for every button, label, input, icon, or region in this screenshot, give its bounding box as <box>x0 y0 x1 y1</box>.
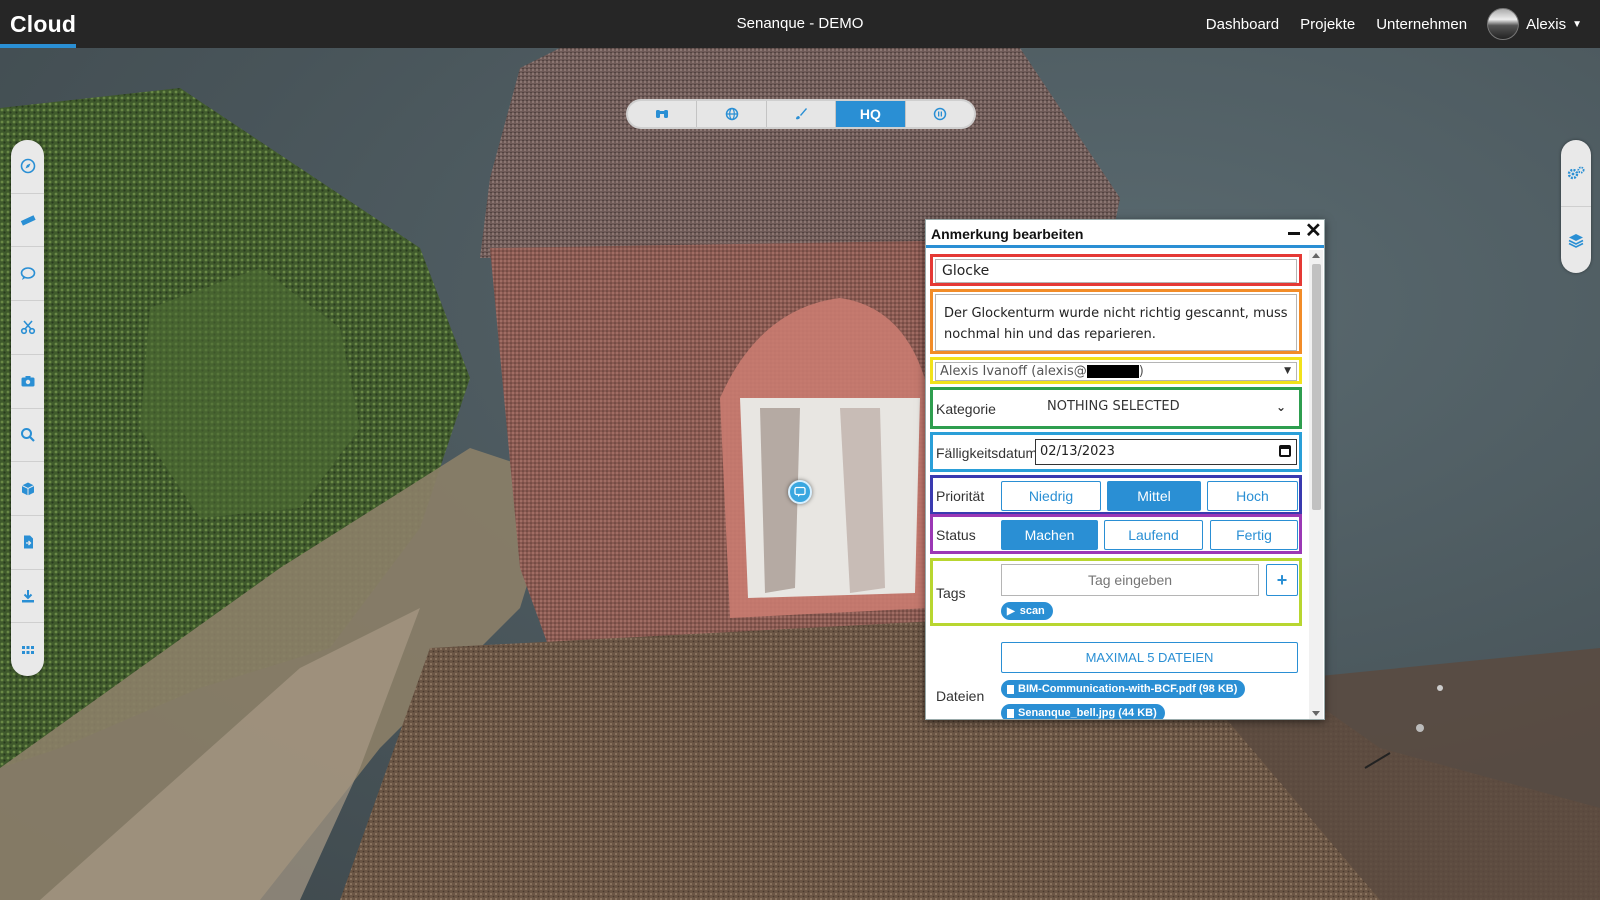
priority-medium-button[interactable]: Mittel <box>1107 481 1201 511</box>
file-chip-label: BIM-Communication-with-BCF.pdf (98 KB) <box>1018 683 1238 695</box>
scroll-down-icon[interactable] <box>1312 711 1320 716</box>
dialog-body: Der Glockenturm wurde nicht richtig gesc… <box>926 250 1308 719</box>
redacted-email <box>1086 365 1139 378</box>
dialog-scrollbar[interactable] <box>1309 250 1323 719</box>
grid-icon[interactable] <box>11 623 44 676</box>
nav-projects[interactable]: Projekte <box>1300 16 1355 33</box>
top-navbar: Cloud Senanque - DEMO Dashboard Projekte… <box>0 0 1600 48</box>
file-import-icon[interactable] <box>11 516 44 570</box>
avatar <box>1487 8 1520 40</box>
status-in-progress-button[interactable]: Laufend <box>1104 520 1203 550</box>
download-icon[interactable] <box>11 570 44 624</box>
upload-files-button[interactable]: MAXIMAL 5 DATEIEN <box>1001 642 1298 673</box>
left-toolbar <box>11 140 44 676</box>
due-date-label: Fälligkeitsdatum <box>936 445 1035 461</box>
description-textarea[interactable]: Der Glockenturm wurde nicht richtig gesc… <box>935 294 1297 351</box>
files-section: Dateien MAXIMAL 5 DATEIEN BIM-Communicat… <box>930 630 1302 719</box>
scroll-thumb[interactable] <box>1312 264 1321 510</box>
scissors-icon[interactable] <box>11 301 44 355</box>
priority-low-button[interactable]: Niedrig <box>1001 481 1101 511</box>
title-section <box>930 254 1302 286</box>
file-icon <box>1007 684 1014 694</box>
due-date-section: Fälligkeitsdatum 02/13/2023 <box>930 432 1302 472</box>
due-date-value: 02/13/2023 <box>1040 444 1115 459</box>
status-section: Status Machen Laufend Fertig <box>930 514 1302 554</box>
due-date-input[interactable]: 02/13/2023 <box>1035 439 1297 465</box>
view-toolbar: HQ <box>626 99 976 129</box>
nav-companies[interactable]: Unternehmen <box>1376 16 1467 33</box>
status-label: Status <box>936 527 976 543</box>
hq-toggle[interactable]: HQ <box>836 101 906 127</box>
right-toolbar <box>1561 140 1591 273</box>
search-icon[interactable] <box>11 409 44 463</box>
settings-icon[interactable] <box>1561 140 1591 207</box>
point-cloud-viewport[interactable]: HQ <box>0 48 1600 900</box>
comment-icon[interactable] <box>11 247 44 302</box>
ruler-icon[interactable] <box>11 194 44 248</box>
files-label: Dateien <box>936 688 985 704</box>
file-chip-label: Senanque_bell.jpg (44 KB) <box>1018 707 1157 719</box>
description-section: Der Glockenturm wurde nicht richtig gesc… <box>930 289 1302 354</box>
chevron-down-icon: ▼ <box>1572 18 1582 30</box>
category-select[interactable]: NOTHING SELECTED ⌄ <box>1035 393 1298 423</box>
assignee-suffix: ) <box>1138 364 1144 379</box>
camera-icon[interactable] <box>11 355 44 409</box>
priority-label: Priorität <box>936 488 985 504</box>
chevron-down-icon: ▼ <box>1284 366 1291 376</box>
tag-chip[interactable]: ▶ scan <box>1001 602 1053 620</box>
edit-annotation-dialog: Anmerkung bearbeiten ✕ Der Glockenturm w… <box>925 219 1325 720</box>
minimize-icon[interactable] <box>1288 232 1300 235</box>
status-done-button[interactable]: Fertig <box>1210 520 1298 550</box>
brush-icon[interactable] <box>767 101 837 127</box>
globe-icon[interactable] <box>697 101 767 127</box>
category-section: Kategorie NOTHING SELECTED ⌄ <box>930 387 1302 429</box>
assignee-value: Alexis Ivanoff (alexis@ <box>940 364 1087 379</box>
user-menu[interactable]: Alexis ▼ <box>1487 8 1582 40</box>
assignee-section: Alexis Ivanoff (alexis@ ) ▼ <box>930 357 1302 384</box>
binoculars-icon[interactable] <box>628 101 698 127</box>
title-input[interactable] <box>935 259 1297 283</box>
close-icon[interactable]: ✕ <box>1305 221 1322 241</box>
add-tag-button[interactable]: + <box>1266 564 1298 596</box>
tag-icon: ▶ <box>1007 605 1015 617</box>
category-label: Kategorie <box>936 401 996 417</box>
dialog-header[interactable]: Anmerkung bearbeiten ✕ <box>926 220 1324 248</box>
category-value: NOTHING SELECTED <box>1047 399 1180 414</box>
tag-chip-label: scan <box>1019 605 1045 617</box>
main-nav: Dashboard Projekte Unternehmen Alexis ▼ <box>1185 0 1582 48</box>
nav-dashboard[interactable]: Dashboard <box>1206 16 1279 33</box>
annotation-marker[interactable] <box>788 480 812 504</box>
pause-icon[interactable] <box>906 101 974 127</box>
file-icon <box>1007 708 1014 718</box>
scroll-up-icon[interactable] <box>1312 253 1320 258</box>
tags-label: Tags <box>936 585 966 601</box>
layers-icon[interactable] <box>1561 207 1591 273</box>
compass-icon[interactable] <box>11 140 44 194</box>
cube-icon[interactable] <box>11 462 44 516</box>
point-cloud-scene <box>0 48 1600 900</box>
priority-section: Priorität Niedrig Mittel Hoch <box>930 475 1302 515</box>
comment-icon <box>794 486 806 497</box>
status-todo-button[interactable]: Machen <box>1001 520 1098 550</box>
tags-section: Tags + ▶ scan <box>930 558 1302 626</box>
priority-high-button[interactable]: Hoch <box>1207 481 1298 511</box>
file-chip[interactable]: BIM-Communication-with-BCF.pdf (98 KB) <box>1001 680 1246 698</box>
file-chip[interactable]: Senanque_bell.jpg (44 KB) <box>1001 704 1165 719</box>
tag-input[interactable] <box>1001 564 1259 596</box>
chevron-down-icon: ⌄ <box>1275 400 1286 414</box>
user-name: Alexis <box>1526 15 1567 33</box>
dialog-title: Anmerkung bearbeiten <box>931 226 1084 242</box>
assignee-select[interactable]: Alexis Ivanoff (alexis@ ) ▼ <box>935 362 1297 381</box>
calendar-icon <box>1279 445 1291 457</box>
